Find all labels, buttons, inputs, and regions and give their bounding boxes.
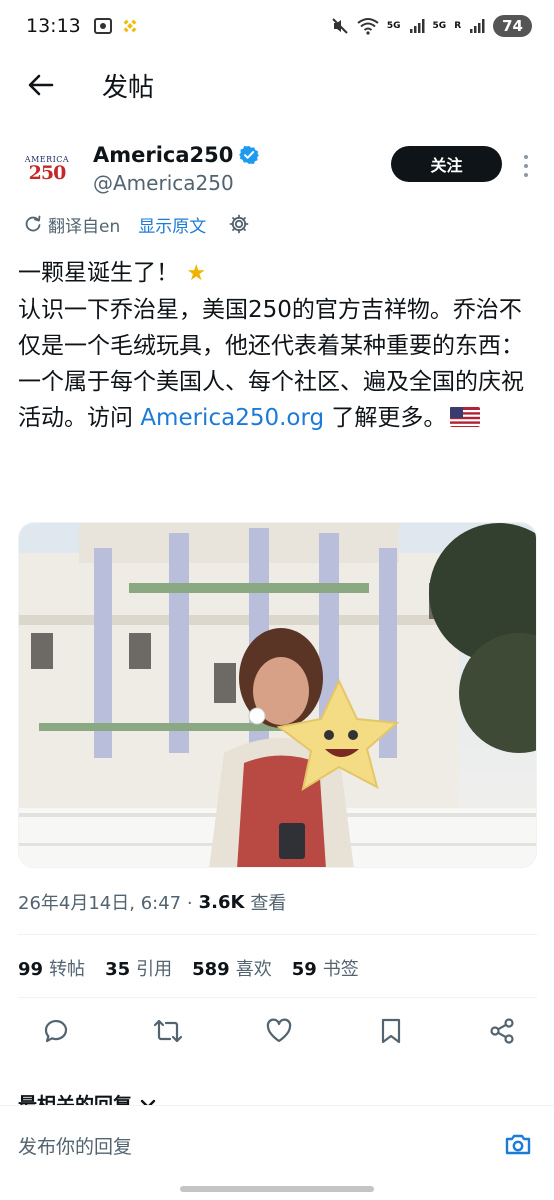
post-text-line-1: 一颗星诞生了！ ★ <box>18 255 538 292</box>
post-author: AMERICA 250 America250 @America250 关注 <box>18 140 538 200</box>
wifi-icon <box>357 18 379 35</box>
quotes-label: 引用 <box>136 959 173 980</box>
heart-icon <box>266 1018 292 1043</box>
post-actions <box>38 1013 520 1049</box>
reply-icon <box>44 1019 68 1043</box>
status-system-icons: 5G 5G R 74 <box>331 15 532 37</box>
divider <box>18 934 537 935</box>
divider <box>18 997 537 998</box>
status-notification-icons <box>93 17 139 35</box>
views-count[interactable]: 3.6K <box>199 892 245 913</box>
signal-icon-2 <box>470 19 485 33</box>
reposts-stat[interactable]: 99 转帖 <box>18 955 85 981</box>
post-link[interactable]: America250.org <box>140 405 324 431</box>
show-original-link[interactable]: 显示原文 <box>138 212 206 237</box>
likes-count: 589 <box>192 959 230 980</box>
post-headline: 一颗星诞生了！ <box>18 260 179 286</box>
post-text: 一颗星诞生了！ ★ 认识一下乔治星，美国250的官方吉祥物。乔治不仅是一个毛绒玩… <box>18 255 538 436</box>
quotes-stat[interactable]: 35 引用 <box>105 955 172 981</box>
likes-stat[interactable]: 589 喜欢 <box>192 955 272 981</box>
arrow-left-icon <box>28 74 54 96</box>
bookmarks-count: 59 <box>291 959 317 980</box>
network-label-2: 5G <box>432 20 447 31</box>
status-time: 13:13 <box>26 15 81 37</box>
post-text-body: 认识一下乔治星，美国250的官方吉祥物。乔治不仅是一个毛绒玩具，他还代表着某种重… <box>18 292 538 436</box>
us-flag-emoji-icon <box>450 407 481 427</box>
translate-icon <box>25 215 41 232</box>
engagement-stats: 99 转帖 35 引用 589 喜欢 59 书签 <box>18 955 359 981</box>
avatar[interactable]: AMERICA 250 <box>18 140 76 198</box>
camera-icon <box>505 1134 531 1155</box>
post-image[interactable] <box>18 522 537 868</box>
camera-button[interactable] <box>502 1128 534 1160</box>
binance-icon <box>123 19 137 33</box>
status-bar: 13:13 5G 5G R 74 <box>0 0 554 52</box>
translation-bar: 翻译自en 显示原文 <box>24 211 250 237</box>
user-handle[interactable]: @America250 <box>93 171 234 195</box>
signal-icon-1 <box>409 19 425 33</box>
repost-icon <box>153 1019 182 1043</box>
display-name-row[interactable]: America250 <box>93 143 260 167</box>
network-label-1: 5G <box>386 20 401 31</box>
back-button[interactable] <box>24 68 58 102</box>
verified-badge-icon <box>239 146 260 164</box>
bookmarks-label: 书签 <box>322 959 359 980</box>
share-icon <box>490 1018 514 1044</box>
page-header: 发帖 <box>0 52 554 118</box>
home-indicator[interactable] <box>180 1186 374 1192</box>
reposts-count: 99 <box>18 959 44 980</box>
avatar-logo-number: 250 <box>28 162 67 184</box>
post-meta: 26年4月14日, 6:47 · 3.6K 查看 <box>18 889 286 915</box>
reply-button[interactable] <box>38 1013 74 1049</box>
display-name: America250 <box>93 143 234 167</box>
bookmark-icon <box>381 1018 400 1044</box>
post-body-end: 了解更多。 <box>324 405 447 431</box>
translated-from-label: 翻译自en <box>48 216 121 237</box>
battery-indicator: 74 <box>493 15 532 37</box>
roaming-label: R <box>454 20 462 31</box>
reposts-label: 转帖 <box>49 959 86 980</box>
bookmark-button[interactable] <box>373 1013 409 1049</box>
mute-icon <box>332 18 348 34</box>
translation-settings-gear-icon[interactable] <box>228 213 250 235</box>
reply-input[interactable]: 发布你的回复 <box>18 1132 132 1159</box>
glowing-star-emoji-icon: ★ <box>186 261 207 286</box>
page-title: 发帖 <box>102 72 155 103</box>
more-options-icon[interactable] <box>518 152 534 180</box>
views-label: 查看 <box>250 893 287 914</box>
follow-button[interactable]: 关注 <box>391 146 502 182</box>
like-button[interactable] <box>261 1013 297 1049</box>
screenshot-icon <box>93 18 112 34</box>
bookmarks-stat[interactable]: 59 书签 <box>292 955 359 981</box>
likes-label: 喜欢 <box>235 959 272 980</box>
post-datetime: 26年4月14日, 6:47 · <box>18 893 193 914</box>
repost-button[interactable] <box>150 1013 186 1049</box>
quotes-count: 35 <box>105 959 131 980</box>
reply-composer: 发布你的回复 <box>0 1105 554 1200</box>
share-button[interactable] <box>484 1013 520 1049</box>
